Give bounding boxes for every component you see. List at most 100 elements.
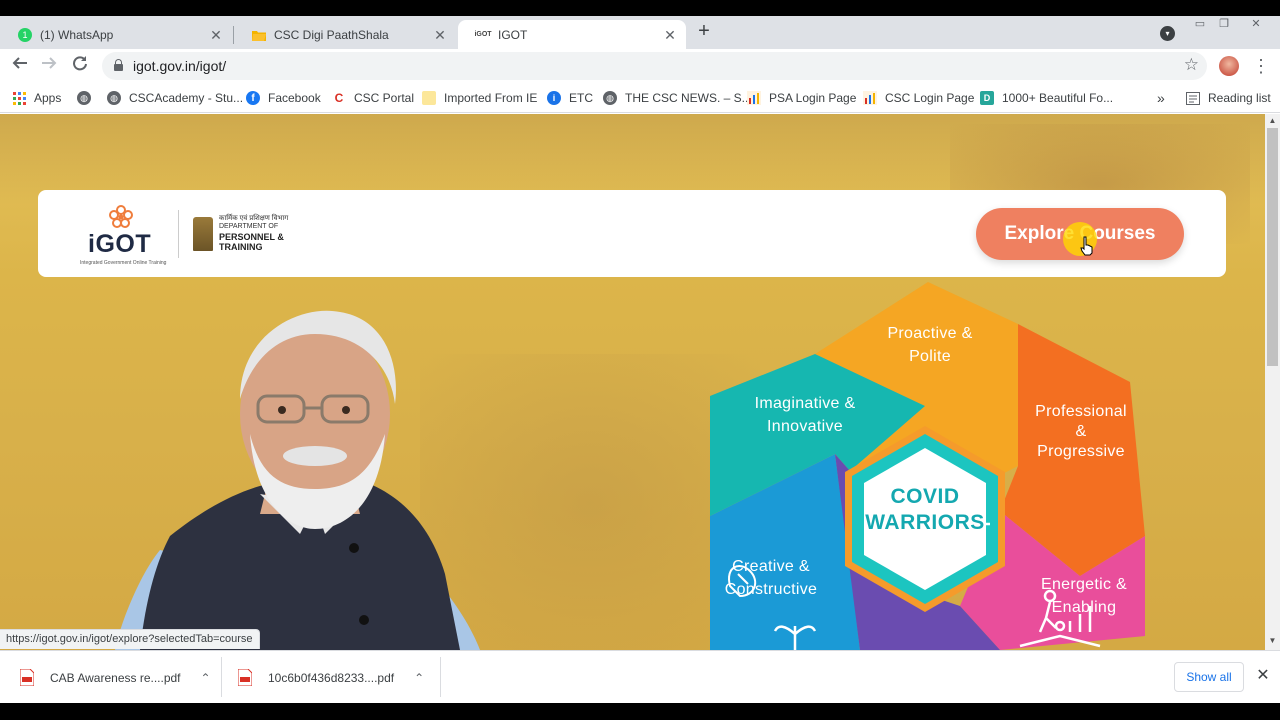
label-professional-progressive: Professional & Progressive [1021,402,1141,462]
tab-csc-digi-paathshala[interactable]: CSC Digi PaathShala ✕ [234,20,456,49]
national-emblem-icon [193,217,213,251]
downloads-bar: CAB Awareness re....pdf ⌃ 10c6b0f436d823… [0,650,1280,703]
tab-whatsapp[interactable]: 1 (1) WhatsApp ✕ [0,20,232,49]
bookmark-apps[interactable]: Apps [12,89,61,107]
center-line: WARRIORS [865,511,985,534]
url-text[interactable]: igot.gov.in/igot/ [133,58,226,74]
logo-tagline: Integrated Government Online Training [80,260,167,266]
bookmark-etc[interactable]: i ETC [547,89,593,107]
bookmark-label: Apps [34,91,62,105]
bookmark-csc-login[interactable]: CSC Login Page [863,89,974,107]
scrollbar-thumb[interactable] [1267,128,1278,366]
label-proactive-polite: Proactive & Polite [870,322,990,368]
close-icon[interactable]: ✕ [432,27,448,43]
hand-cursor-icon [1080,236,1093,256]
bookmark-label: CSC Login Page [885,91,975,105]
menu-dots-icon[interactable]: ⋮ [1252,55,1270,77]
globe-icon: ◍ [603,91,617,105]
site-header: iGOT Integrated Government Online Traini… [38,190,1226,277]
bookmarks-bar: Apps ◍ ◍ CSCAcademy - Stu... f Facebook … [0,83,1280,113]
reading-list-button[interactable]: Reading list [1186,89,1271,107]
csc-icon: C [334,91,344,105]
pdf-file-icon [237,668,253,687]
dopt-logo[interactable]: कार्मिक एवं प्रशिक्षण विभाग DEPARTMENT O… [193,214,328,254]
bookmark-label: THE CSC NEWS. – S... [625,91,752,105]
covid-warriors-title: COVID WARRIORS [850,484,1000,536]
label-line: Proactive & [887,325,973,342]
divider [440,657,441,697]
bookmarks-overflow-button[interactable]: » [1157,89,1165,107]
label-line: Creative & [732,558,810,575]
address-toolbar: igot.gov.in/igot/ ☆ [0,49,1280,83]
status-url: https://igot.gov.in/igot/explore?selecte… [0,629,260,649]
igot-logo[interactable]: iGOT Integrated Government Online Traini… [80,202,170,266]
forward-icon[interactable] [38,55,60,77]
download-item[interactable]: CAB Awareness re....pdf ⌃ [19,651,211,704]
dept-hindi: कार्मिक एवं प्रशिक्षण विभाग [219,214,289,222]
label-line: Professional [1035,403,1127,420]
bookmark-psa-login[interactable]: PSA Login Page [747,89,856,107]
close-icon[interactable]: ✕ [208,27,224,43]
bookmark-cscacademy[interactable]: ◍ CSCAcademy - Stu... [107,89,243,107]
bookmark-imported-from-ie[interactable]: Imported From IE [422,89,537,107]
bookmark-star-icon[interactable]: ☆ [1184,55,1199,75]
info-icon: i [547,91,561,105]
close-icon[interactable]: ✕ [662,27,678,43]
label-line: Energetic & [1040,576,1127,593]
chart-icon [747,91,761,105]
label-creative-constructive: Creative & Constructive [710,555,832,601]
download-item[interactable]: 10c6b0f436d8233....pdf ⌃ [237,651,424,704]
restore-icon[interactable]: ❐ [1216,18,1232,30]
bookmark-label: CSC Portal [354,91,415,105]
divider [221,657,222,697]
bookmark-csc-portal[interactable]: C CSC Portal [332,89,414,107]
bookmark-globe[interactable]: ◍ [77,89,99,107]
label-line: Imaginative & [754,395,856,412]
bookmark-csc-news[interactable]: ◍ THE CSC NEWS. – S... [603,89,752,107]
reload-icon[interactable] [69,55,91,77]
tab-igot[interactable]: iGOT IGOT ✕ [458,20,686,49]
dept-line2: PERSONNEL & TRAINING [219,231,284,253]
tab-label: IGOT [498,27,528,42]
new-tab-button[interactable]: + [694,21,714,42]
close-icon[interactable]: ✕ [1254,667,1272,685]
chevron-up-icon[interactable]: ⌃ [414,671,424,685]
browser-window: 1 (1) WhatsApp ✕ CSC Digi PaathShala ✕ i… [0,0,1280,720]
reading-list-label: Reading list [1208,91,1271,105]
close-window-icon[interactable]: ✕ [1248,18,1264,30]
back-icon[interactable] [9,55,31,77]
chevron-up-icon[interactable]: ⌃ [201,671,211,685]
label-line: Innovative [767,418,843,435]
bookmark-beautiful-fonts[interactable]: D 1000+ Beautiful Fo... [980,89,1113,107]
bookmark-facebook[interactable]: f Facebook [246,89,321,107]
label-imaginative-innovative: Imaginative & Innovative [740,392,870,438]
label-line: Progressive [1037,443,1125,460]
profile-avatar[interactable] [1219,56,1239,76]
globe-icon: ◍ [107,91,121,105]
covid-warriors-hexagon: Proactive & Polite Imaginative & Innovat… [700,276,1160,650]
bottom-frame [0,703,1280,720]
tab-search-icon[interactable]: ▾ [1160,26,1175,41]
bookmark-label: 1000+ Beautiful Fo... [1002,91,1114,105]
reading-list-icon [1186,91,1200,105]
lock-icon [114,59,123,71]
divider [178,210,179,258]
tab-label: (1) WhatsApp [40,27,114,42]
address-bar[interactable]: igot.gov.in/igot/ ☆ [102,52,1207,80]
minimize-icon[interactable]: ▭ [1192,18,1208,30]
tab-strip: 1 (1) WhatsApp ✕ CSC Digi PaathShala ✕ i… [0,16,1280,49]
d-icon: D [980,91,994,105]
scroll-down-icon[interactable]: ▼ [1265,634,1280,648]
dept-line1: DEPARTMENT OF [219,223,279,231]
page-viewport: iGOT Integrated Government Online Traini… [0,114,1265,650]
bookmark-label: CSCAcademy - Stu... [129,91,244,105]
tab-label: CSC Digi PaathShala [274,27,389,42]
folder-icon [252,28,266,42]
scroll-up-icon[interactable]: ▲ [1265,114,1280,128]
label-line: Polite [909,348,951,365]
label-line: & [1075,423,1087,440]
bookmark-label: Imported From IE [444,91,538,105]
facebook-icon: f [246,91,260,105]
bookmark-label: ETC [569,91,593,105]
show-all-button[interactable]: Show all [1174,662,1244,692]
